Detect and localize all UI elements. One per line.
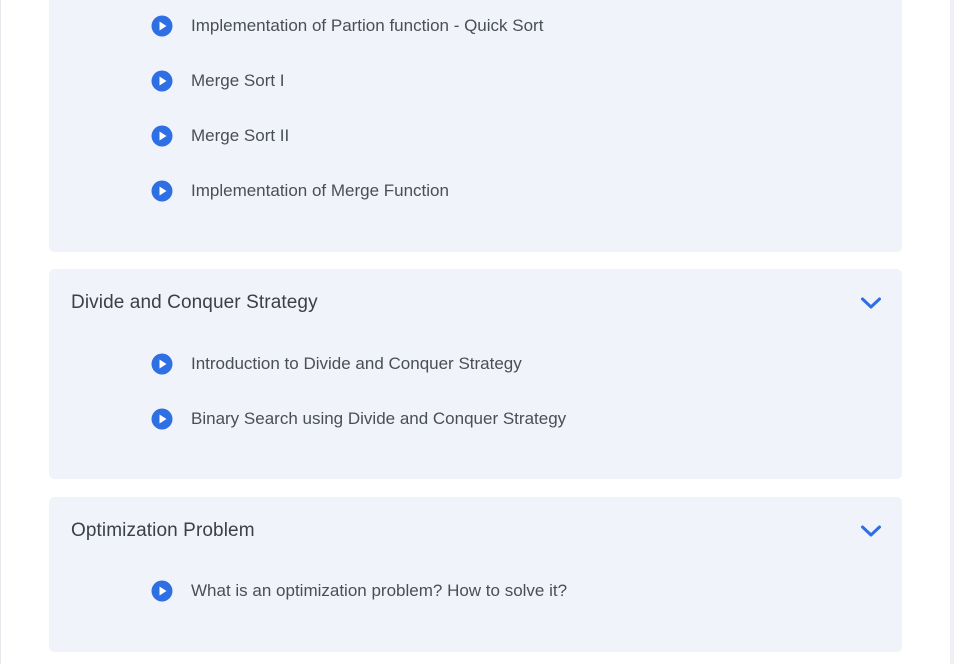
play-circle-icon	[151, 15, 173, 37]
page-left-border	[0, 0, 1, 664]
play-circle-icon	[151, 408, 173, 430]
lesson-item[interactable]: Binary Search using Divide and Conquer S…	[151, 407, 566, 431]
lesson-item[interactable]: Merge Sort I	[151, 69, 285, 93]
page-scrollbar-track[interactable]	[950, 0, 954, 664]
lesson-title: What is an optimization problem? How to …	[191, 581, 568, 600]
lesson-item[interactable]: Introduction to Divide and Conquer Strat…	[151, 352, 522, 376]
lesson-title: Merge Sort I	[191, 71, 285, 90]
course-section-divide-and-conquer: Divide and Conquer Strategy Introduction…	[49, 269, 902, 479]
section-header[interactable]: Divide and Conquer Strategy	[71, 289, 882, 317]
play-circle-icon	[151, 125, 173, 147]
lesson-item[interactable]: Merge Sort II	[151, 124, 289, 148]
course-section-sorting: Implementation of Partion function - Qui…	[49, 0, 902, 252]
lesson-title: Introduction to Divide and Conquer Strat…	[191, 354, 522, 373]
lesson-title: Implementation of Partion function - Qui…	[191, 16, 544, 35]
section-title: Divide and Conquer Strategy	[71, 292, 318, 313]
lesson-title: Binary Search using Divide and Conquer S…	[191, 409, 567, 428]
course-section-optimization-problem: Optimization Problem What is an optimiza…	[49, 497, 902, 652]
chevron-down-icon[interactable]	[860, 520, 882, 542]
play-circle-icon	[151, 353, 173, 375]
play-circle-icon	[151, 580, 173, 602]
chevron-down-icon[interactable]	[860, 292, 882, 314]
lesson-item[interactable]: Implementation of Partion function - Qui…	[151, 14, 543, 38]
play-circle-icon	[151, 70, 173, 92]
section-header[interactable]: Optimization Problem	[71, 517, 882, 545]
lesson-title: Implementation of Merge Function	[191, 181, 449, 200]
lesson-title: Merge Sort II	[191, 126, 290, 145]
play-circle-icon	[151, 180, 173, 202]
lesson-item[interactable]: Implementation of Merge Function	[151, 179, 449, 203]
section-title: Optimization Problem	[71, 520, 255, 541]
lesson-item[interactable]: What is an optimization problem? How to …	[151, 579, 567, 603]
